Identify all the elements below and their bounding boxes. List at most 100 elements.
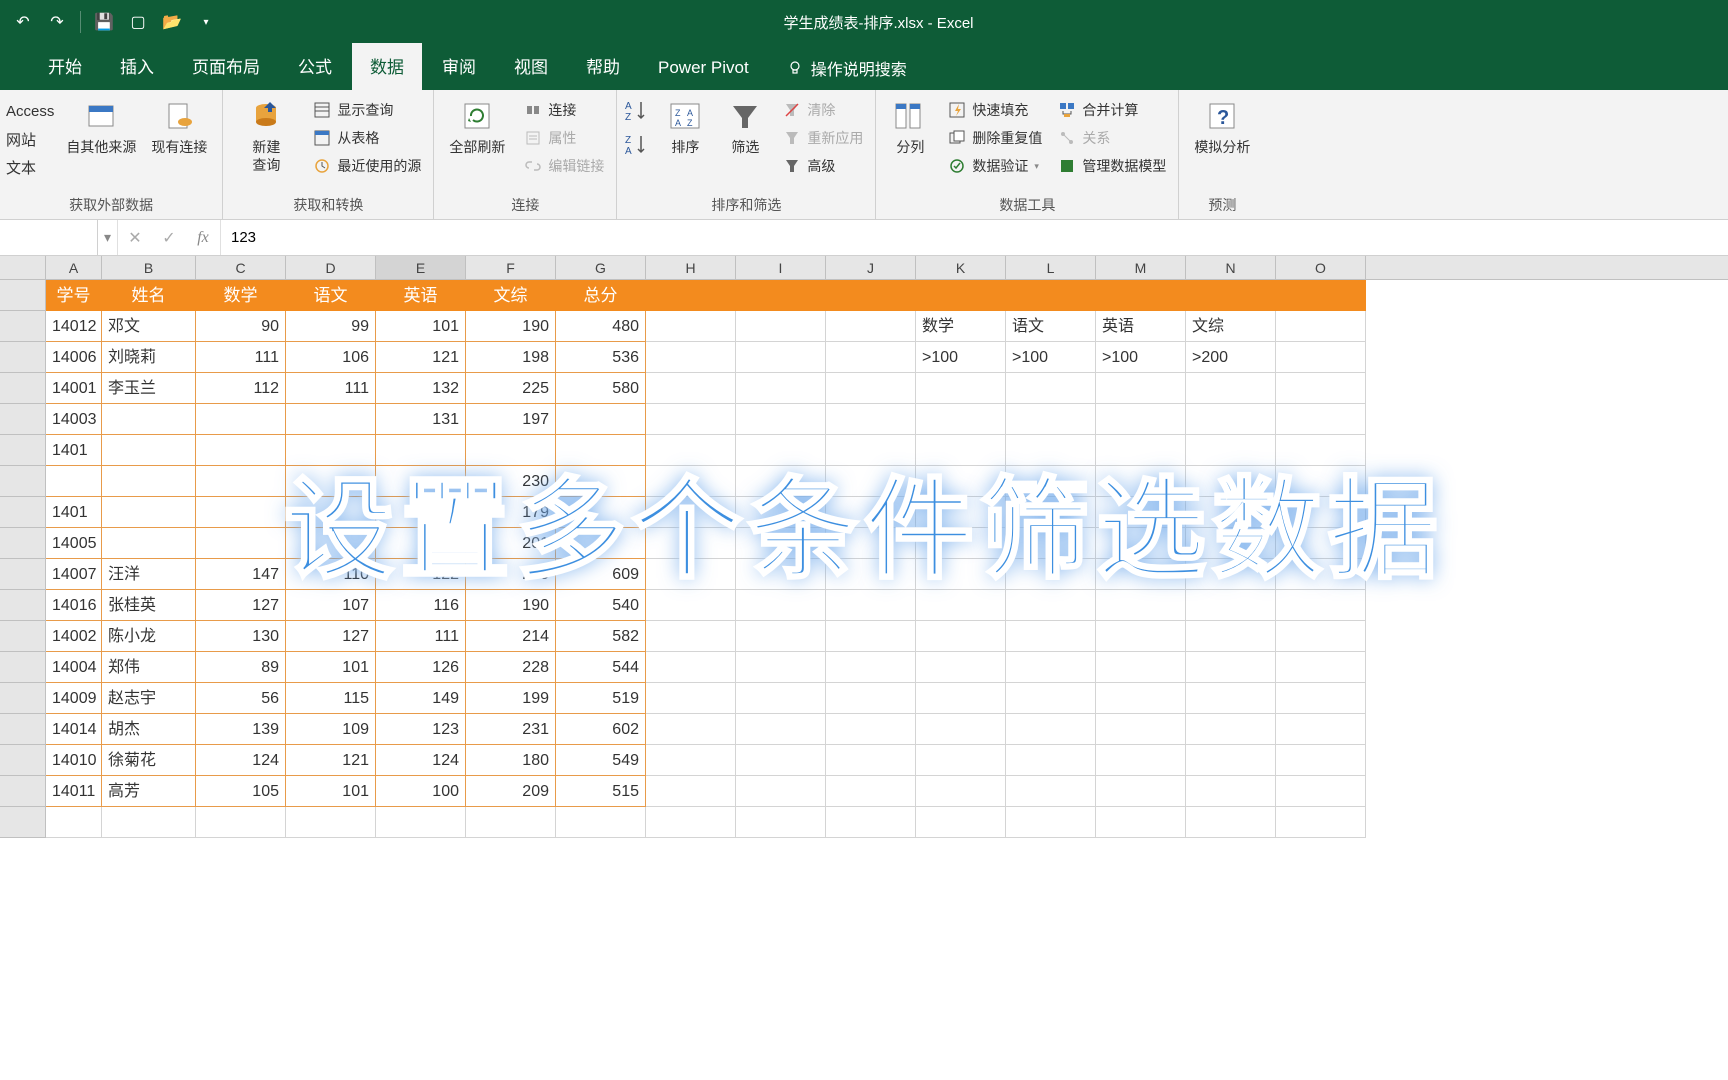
cell[interactable] — [736, 373, 826, 404]
row-header[interactable] — [0, 745, 46, 776]
col-header[interactable]: B — [102, 256, 196, 279]
cell[interactable]: 刘晓莉 — [102, 342, 196, 373]
cell[interactable]: 582 — [556, 621, 646, 652]
cell[interactable] — [646, 404, 736, 435]
filter-button[interactable]: 筛选 — [717, 94, 773, 160]
cell[interactable] — [916, 714, 1006, 745]
cell[interactable] — [736, 280, 826, 311]
cell[interactable]: 115 — [286, 683, 376, 714]
cell[interactable] — [916, 466, 1006, 497]
col-header[interactable]: J — [826, 256, 916, 279]
flash-fill-button[interactable]: 快速填充 — [942, 98, 1048, 122]
cell[interactable] — [646, 528, 736, 559]
existing-connections-button[interactable]: 现有连接 — [142, 94, 216, 160]
cell[interactable]: 147 — [196, 559, 286, 590]
tab-view[interactable]: 视图 — [496, 43, 566, 90]
connections-button[interactable]: 连接 — [518, 98, 610, 122]
cell[interactable] — [1006, 559, 1096, 590]
cell[interactable]: 1401 — [46, 435, 102, 466]
cell[interactable]: 536 — [556, 342, 646, 373]
cell[interactable] — [916, 807, 1006, 838]
cell[interactable] — [1006, 373, 1096, 404]
cell[interactable] — [556, 528, 646, 559]
cell[interactable] — [1096, 497, 1186, 528]
cell[interactable]: 113 — [376, 528, 466, 559]
cell[interactable] — [736, 466, 826, 497]
cell[interactable] — [1276, 528, 1366, 559]
cell[interactable] — [1276, 776, 1366, 807]
row-header[interactable] — [0, 528, 46, 559]
cell[interactable] — [1276, 714, 1366, 745]
cell[interactable]: 111 — [376, 621, 466, 652]
cell[interactable]: 123 — [376, 714, 466, 745]
row-header[interactable] — [0, 311, 46, 342]
cell[interactable]: 609 — [556, 559, 646, 590]
cell[interactable] — [646, 590, 736, 621]
cell[interactable] — [102, 435, 196, 466]
tab-help[interactable]: 帮助 — [568, 43, 638, 90]
cell[interactable] — [556, 466, 646, 497]
cell[interactable] — [556, 404, 646, 435]
cell[interactable] — [1186, 466, 1276, 497]
cell[interactable]: 14005 — [46, 528, 102, 559]
cell[interactable] — [1276, 497, 1366, 528]
cell[interactable]: 高芳 — [102, 776, 196, 807]
cell[interactable]: 英语 — [1096, 311, 1186, 342]
cell[interactable] — [466, 435, 556, 466]
col-header[interactable]: E — [376, 256, 466, 279]
cell[interactable] — [736, 745, 826, 776]
cell[interactable] — [646, 745, 736, 776]
cell[interactable] — [916, 590, 1006, 621]
cell[interactable] — [1096, 280, 1186, 311]
cell[interactable] — [1186, 683, 1276, 714]
cell[interactable] — [1276, 311, 1366, 342]
cell[interactable] — [46, 807, 102, 838]
cell[interactable] — [1006, 280, 1096, 311]
cell[interactable] — [1006, 714, 1096, 745]
cell[interactable]: 汪洋 — [102, 559, 196, 590]
cell[interactable]: 56 — [196, 683, 286, 714]
cell[interactable] — [826, 373, 916, 404]
cell[interactable] — [1096, 745, 1186, 776]
cell[interactable] — [646, 714, 736, 745]
cell[interactable] — [1096, 776, 1186, 807]
cell[interactable] — [646, 466, 736, 497]
cell[interactable] — [102, 807, 196, 838]
name-box[interactable] — [0, 220, 98, 255]
cell[interactable] — [1006, 807, 1096, 838]
cell[interactable]: 胡杰 — [102, 714, 196, 745]
cell[interactable] — [646, 497, 736, 528]
cell[interactable]: 邓文 — [102, 311, 196, 342]
cell[interactable]: 190 — [466, 311, 556, 342]
cell[interactable]: 105 — [196, 776, 286, 807]
tab-formula[interactable]: 公式 — [280, 43, 350, 90]
cell[interactable]: 124 — [196, 745, 286, 776]
tab-powerpivot[interactable]: Power Pivot — [640, 48, 767, 90]
recent-sources-button[interactable]: 最近使用的源 — [307, 154, 427, 178]
cell[interactable] — [916, 528, 1006, 559]
cell[interactable] — [1186, 559, 1276, 590]
cell[interactable]: 544 — [556, 652, 646, 683]
cell[interactable] — [102, 404, 196, 435]
cell[interactable] — [916, 373, 1006, 404]
cell[interactable] — [826, 714, 916, 745]
cell[interactable]: 121 — [376, 342, 466, 373]
tab-insert[interactable]: 插入 — [102, 43, 172, 90]
cell[interactable]: 201 — [466, 528, 556, 559]
confirm-formula-icon[interactable]: ✓ — [152, 220, 186, 255]
cell[interactable] — [1006, 528, 1096, 559]
row-header[interactable] — [0, 404, 46, 435]
tab-review[interactable]: 审阅 — [424, 43, 494, 90]
cell[interactable]: 199 — [466, 683, 556, 714]
row-header[interactable] — [0, 280, 46, 311]
new-file-icon[interactable]: ▢ — [127, 11, 149, 33]
cell[interactable]: 179 — [466, 497, 556, 528]
name-box-dropdown-icon[interactable]: ▾ — [98, 220, 118, 255]
refresh-all-button[interactable]: 全部刷新 — [440, 94, 514, 160]
cell[interactable] — [1006, 745, 1096, 776]
cell[interactable] — [1186, 621, 1276, 652]
cell[interactable] — [1096, 714, 1186, 745]
cell[interactable]: 李玉兰 — [102, 373, 196, 404]
cell[interactable] — [826, 745, 916, 776]
cell[interactable] — [736, 776, 826, 807]
